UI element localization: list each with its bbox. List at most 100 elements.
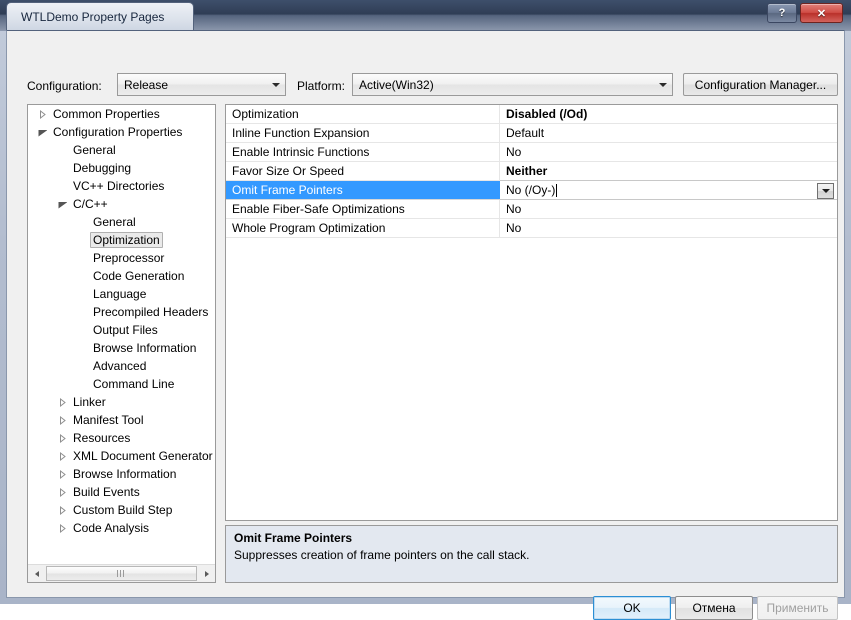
property-name[interactable]: Omit Frame Pointers: [226, 181, 500, 199]
chevron-right-icon[interactable]: [54, 415, 70, 425]
property-grid[interactable]: Optimization Disabled (/Od) Inline Functio…: [225, 104, 838, 521]
scroll-right-icon[interactable]: [198, 565, 215, 582]
property-row[interactable]: Enable Fiber-Safe Optimizations No: [226, 200, 837, 219]
property-value[interactable]: Neither: [500, 162, 837, 180]
property-name[interactable]: Inline Function Expansion: [226, 124, 500, 142]
property-value[interactable]: No: [500, 200, 837, 218]
property-pages-window: WTLDemo Property Pages ? ✕ Configuration…: [0, 0, 851, 620]
tree-item-label: Custom Build Step: [73, 503, 173, 517]
property-row[interactable]: Omit Frame Pointers No (/Oy-): [226, 180, 837, 200]
window-title: WTLDemo Property Pages: [21, 10, 165, 24]
tree-item-common-properties[interactable]: Common Properties: [28, 105, 215, 123]
configuration-combobox[interactable]: Release: [117, 73, 286, 96]
window-title-tab: WTLDemo Property Pages: [6, 2, 194, 31]
settings-tree[interactable]: Common Properties Configuration Propertie…: [28, 105, 215, 563]
platform-value: Active(Win32): [359, 77, 434, 92]
cancel-button[interactable]: Отмена: [675, 596, 753, 620]
chevron-down-icon[interactable]: [267, 74, 284, 95]
help-glyph: ?: [778, 7, 786, 19]
chevron-right-icon[interactable]: [54, 487, 70, 497]
tree-item-optimization[interactable]: Optimization: [28, 231, 215, 249]
tree-horizontal-scrollbar[interactable]: [28, 564, 215, 582]
tree-item-build-events[interactable]: Build Events: [28, 483, 215, 501]
configuration-manager-label: Configuration Manager...: [694, 77, 827, 92]
ok-button[interactable]: OK: [593, 596, 671, 620]
chevron-down-icon[interactable]: [54, 200, 70, 209]
tree-item-output-files[interactable]: Output Files: [28, 321, 215, 339]
tree-item-browse-information[interactable]: Browse Information: [28, 339, 215, 357]
property-name[interactable]: Whole Program Optimization: [226, 219, 500, 237]
property-row[interactable]: Optimization Disabled (/Od): [226, 105, 837, 124]
tree-item-language[interactable]: Language: [28, 285, 215, 303]
configuration-value: Release: [124, 77, 169, 92]
tree-item-label: Code Analysis: [73, 521, 150, 535]
tree-item-resources[interactable]: Resources: [28, 429, 215, 447]
tree-item-command-line[interactable]: Command Line: [28, 375, 215, 393]
tree-item-general[interactable]: General: [28, 141, 215, 159]
tree-item-preprocessor[interactable]: Preprocessor: [28, 249, 215, 267]
chevron-right-icon[interactable]: [34, 109, 50, 119]
scroll-left-icon[interactable]: [28, 565, 45, 582]
tree-item-label: Configuration Properties: [53, 125, 183, 139]
tree-item-precompiled-headers[interactable]: Precompiled Headers: [28, 303, 215, 321]
property-value[interactable]: No: [500, 143, 837, 161]
tree-item-label: Manifest Tool: [73, 413, 144, 427]
configuration-label: Configuration:: [27, 79, 102, 93]
tree-item-browse-information[interactable]: Browse Information: [28, 465, 215, 483]
property-value-editor[interactable]: No (/Oy-): [500, 180, 837, 200]
tree-item-manifest-tool[interactable]: Manifest Tool: [28, 411, 215, 429]
property-value[interactable]: Default: [500, 124, 837, 142]
property-row[interactable]: Enable Intrinsic Functions No: [226, 143, 837, 162]
chevron-down-icon[interactable]: [34, 128, 50, 137]
close-glyph: ✕: [816, 7, 827, 20]
chevron-right-icon[interactable]: [54, 397, 70, 407]
tree-item-general[interactable]: General: [28, 213, 215, 231]
scrollbar-thumb[interactable]: [46, 566, 197, 581]
tree-item-label: Precompiled Headers: [93, 305, 209, 319]
chevron-right-icon[interactable]: [54, 505, 70, 515]
tree-item-vc-directories[interactable]: VC++ Directories: [28, 177, 215, 195]
property-name[interactable]: Enable Fiber-Safe Optimizations: [226, 200, 500, 218]
tree-item-code-generation[interactable]: Code Generation: [28, 267, 215, 285]
property-name[interactable]: Favor Size Or Speed: [226, 162, 500, 180]
tree-item-label: Linker: [73, 395, 106, 409]
tree-item-linker[interactable]: Linker: [28, 393, 215, 411]
platform-label: Platform:: [297, 79, 346, 93]
property-value[interactable]: Disabled (/Od): [500, 105, 837, 123]
tree-item-advanced[interactable]: Advanced: [28, 357, 215, 375]
tree-item-label: Build Events: [73, 485, 140, 499]
chevron-right-icon[interactable]: [54, 523, 70, 533]
tree-item-label: General: [73, 143, 116, 157]
help-icon[interactable]: ?: [767, 3, 797, 23]
tree-item-code-analysis[interactable]: Code Analysis: [28, 519, 215, 537]
close-icon[interactable]: ✕: [800, 3, 843, 23]
chevron-right-icon[interactable]: [54, 451, 70, 461]
tree-item-debugging[interactable]: Debugging: [28, 159, 215, 177]
property-name[interactable]: Optimization: [226, 105, 500, 123]
tree-item-label: Preprocessor: [93, 251, 165, 265]
grip-icon: [117, 570, 126, 577]
property-value-text: No: [506, 202, 522, 216]
tree-item-custom-build-step[interactable]: Custom Build Step: [28, 501, 215, 519]
property-row[interactable]: Whole Program Optimization No: [226, 219, 837, 238]
settings-tree-panel: Common Properties Configuration Propertie…: [27, 104, 216, 583]
tree-item-label: XML Document Generator: [73, 449, 213, 463]
chevron-right-icon[interactable]: [54, 433, 70, 443]
property-value[interactable]: No: [500, 219, 837, 237]
property-name[interactable]: Enable Intrinsic Functions: [226, 143, 500, 161]
chevron-down-icon[interactable]: [654, 74, 671, 95]
value-dropdown-button[interactable]: [817, 183, 834, 199]
tree-item-xml-document-generator[interactable]: XML Document Generator: [28, 447, 215, 465]
tree-item-c-c[interactable]: C/C++: [28, 195, 215, 213]
chevron-right-icon[interactable]: [54, 469, 70, 479]
tree-item-configuration-properties[interactable]: Configuration Properties: [28, 123, 215, 141]
platform-combobox[interactable]: Active(Win32): [352, 73, 673, 96]
tree-item-label: Common Properties: [53, 107, 160, 121]
description-panel: Omit Frame Pointers Suppresses creation …: [225, 525, 838, 583]
configuration-manager-button[interactable]: Configuration Manager...: [683, 73, 838, 96]
property-value-text: No (/Oy-): [506, 183, 556, 197]
tree-item-label: Command Line: [93, 377, 175, 391]
property-row[interactable]: Favor Size Or Speed Neither: [226, 162, 837, 181]
property-row[interactable]: Inline Function Expansion Default: [226, 124, 837, 143]
description-text: Suppresses creation of frame pointers on…: [234, 548, 530, 562]
